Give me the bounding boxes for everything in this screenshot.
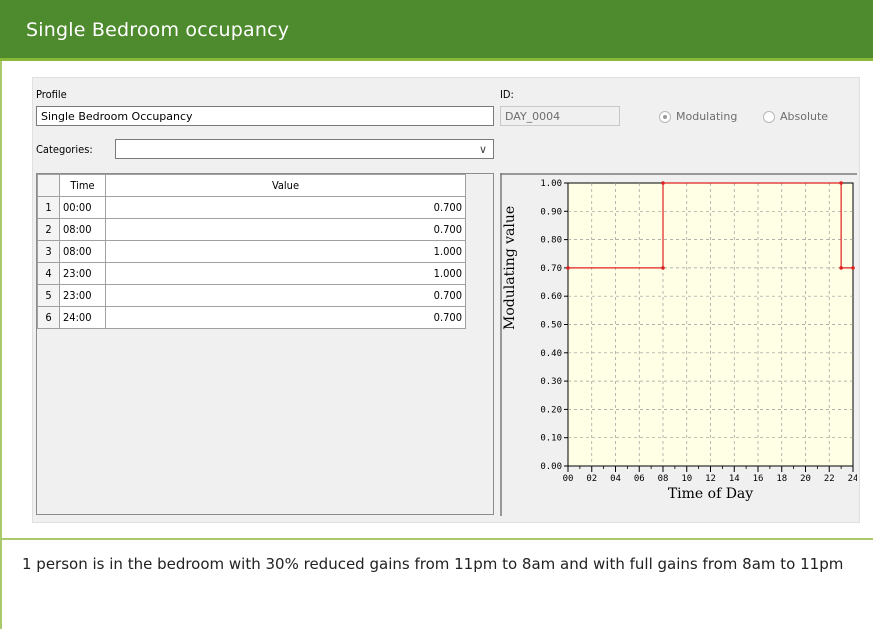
chart-svg: 0.00 0.10 0.20 0.30 0.40 0.50 0.60 0.70 0.80 0.90… xyxy=(500,173,858,516)
table-row[interactable]: 2 08:00 0.700 xyxy=(37,218,466,241)
header-divider xyxy=(0,58,873,61)
x-tick-label: 16 xyxy=(753,474,764,484)
profile-chart: 0.00 0.10 0.20 0.30 0.40 0.50 0.60 0.70 0.80 0.90… xyxy=(500,173,858,516)
data-point xyxy=(851,266,855,270)
value-cell[interactable]: 0.700 xyxy=(105,196,466,219)
data-point xyxy=(661,181,665,185)
data-point xyxy=(839,181,843,185)
row-number: 1 xyxy=(37,196,60,219)
y-tick-label: 0.40 xyxy=(540,349,562,359)
row-number: 6 xyxy=(37,306,60,329)
y-tick-label: 0.90 xyxy=(540,207,562,217)
x-tick-label: 00 xyxy=(563,474,574,484)
page-header: Single Bedroom occupancy xyxy=(0,0,873,58)
time-cell[interactable]: 08:00 xyxy=(59,240,106,263)
y-tick-label: 0.70 xyxy=(540,264,562,274)
absolute-radio[interactable]: Absolute xyxy=(763,110,828,123)
modulating-radio[interactable]: Modulating xyxy=(659,110,737,123)
y-tick-label: 1.00 xyxy=(540,179,562,189)
x-axis-label: Time of Day xyxy=(668,486,753,502)
table-header-row: Time Value xyxy=(37,174,466,197)
table-row[interactable]: 1 00:00 0.700 xyxy=(37,196,466,219)
value-cell[interactable]: 0.700 xyxy=(105,218,466,241)
table-row[interactable]: 4 23:00 1.000 xyxy=(37,262,466,285)
radio-unselected-icon xyxy=(763,110,775,123)
table-row[interactable]: 3 08:00 1.000 xyxy=(37,240,466,263)
profile-description: 1 person is in the bedroom with 30% redu… xyxy=(22,555,844,573)
x-tick-label: 08 xyxy=(658,474,669,484)
time-column-header[interactable]: Time xyxy=(59,174,106,197)
value-cell[interactable]: 0.700 xyxy=(105,284,466,307)
y-tick-label: 0.20 xyxy=(540,405,562,415)
time-cell[interactable]: 23:00 xyxy=(59,284,106,307)
profile-table: Time Value 1 00:00 0.700 2 08:00 0.700 3… xyxy=(36,173,494,515)
radio-selected-icon xyxy=(659,110,671,123)
value-cell[interactable]: 0.700 xyxy=(105,306,466,329)
data-point xyxy=(661,266,665,270)
value-column-header[interactable]: Value xyxy=(105,174,466,197)
time-cell[interactable]: 08:00 xyxy=(59,218,106,241)
absolute-label: Absolute xyxy=(780,110,829,123)
profile-name-input[interactable]: Single Bedroom Occupancy xyxy=(36,106,494,126)
y-tick-label: 0.50 xyxy=(540,321,562,331)
data-point xyxy=(839,266,843,270)
x-tick-label: 20 xyxy=(800,474,811,484)
x-tick-label: 14 xyxy=(729,474,740,484)
categories-value xyxy=(116,144,120,156)
row-number: 3 xyxy=(37,240,60,263)
x-tick-label: 12 xyxy=(705,474,716,484)
x-tick-label: 10 xyxy=(681,474,692,484)
row-number: 4 xyxy=(37,262,60,285)
y-tick-label: 0.10 xyxy=(540,434,562,444)
x-tick-label: 18 xyxy=(776,474,787,484)
x-tick-label: 22 xyxy=(824,474,835,484)
row-number: 2 xyxy=(37,218,60,241)
left-border xyxy=(0,61,2,629)
id-field: DAY_0004 xyxy=(500,106,620,126)
y-tick-label: 0.60 xyxy=(540,292,562,302)
y-tick-label: 0.00 xyxy=(540,462,562,472)
value-cell[interactable]: 1.000 xyxy=(105,262,466,285)
table-row[interactable]: 6 24:00 0.700 xyxy=(37,306,466,329)
time-cell[interactable]: 23:00 xyxy=(59,262,106,285)
id-label: ID: xyxy=(500,88,514,101)
categories-label: Categories: xyxy=(36,143,93,156)
y-tick-label: 0.30 xyxy=(540,377,562,387)
time-cell[interactable]: 24:00 xyxy=(59,306,106,329)
x-tick-label: 02 xyxy=(586,474,597,484)
page-title: Single Bedroom occupancy xyxy=(26,19,290,41)
time-cell[interactable]: 00:00 xyxy=(59,196,106,219)
y-tick-label: 0.80 xyxy=(540,236,562,246)
table-row[interactable]: 5 23:00 0.700 xyxy=(37,284,466,307)
x-tick-label: 06 xyxy=(634,474,645,484)
profile-table-grid: Time Value 1 00:00 0.700 2 08:00 0.700 3… xyxy=(37,174,466,329)
y-axis-label: Modulating value xyxy=(502,206,518,330)
value-cell[interactable]: 1.000 xyxy=(105,240,466,263)
categories-dropdown[interactable]: ∨ xyxy=(115,139,494,159)
modulating-label: Modulating xyxy=(676,110,738,123)
data-point xyxy=(566,266,570,270)
profile-label: Profile xyxy=(36,88,67,101)
description-divider xyxy=(0,538,873,540)
chevron-down-icon: ∨ xyxy=(478,144,487,156)
table-corner-cell xyxy=(37,174,60,197)
row-number: 5 xyxy=(37,284,60,307)
x-tick-label: 24 xyxy=(848,474,857,484)
x-tick-label: 04 xyxy=(610,474,621,484)
